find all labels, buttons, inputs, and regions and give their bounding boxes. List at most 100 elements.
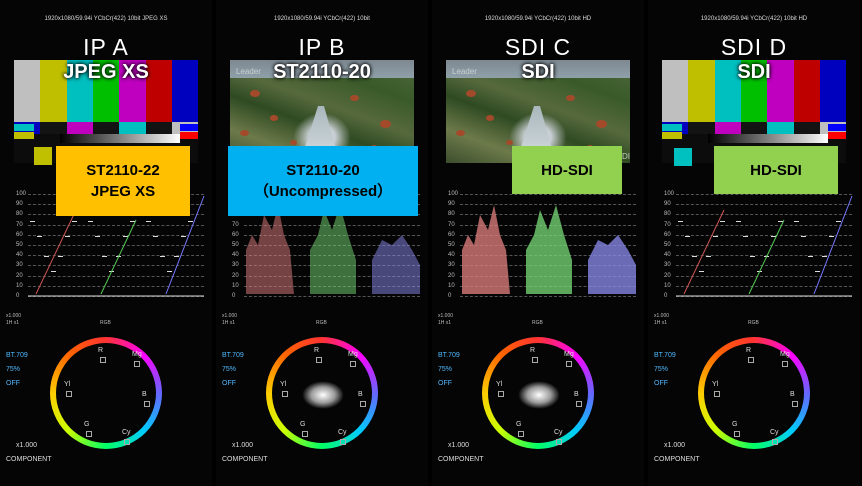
vectorscope-target-label: G <box>84 421 90 428</box>
vectorscope-target-label: R <box>314 347 320 354</box>
state-readout: OFF <box>654 380 668 387</box>
target-box <box>100 357 106 363</box>
format-readout: 1920x1080/59.94i YCbCr(422) 10bit <box>274 16 370 22</box>
picture-label: SDI <box>521 61 555 83</box>
vectorscope-target-label: Mg <box>780 351 790 358</box>
waveform-sweep: 1H x1 <box>654 320 668 326</box>
waveform-trace <box>462 205 636 294</box>
vectorscope-target-label: Yl <box>712 381 719 388</box>
waveform-gain: x1.000 <box>6 313 22 319</box>
state-readout: OFF <box>438 380 452 387</box>
colorimetry-readout: BT.709 <box>6 352 28 359</box>
vectorscope-gain: x1.000 <box>664 442 686 449</box>
vectorscope-target-label: R <box>530 347 536 354</box>
signal-type-callout: ST2110-20 （Uncompressed） <box>228 146 418 216</box>
color-bar-reverse <box>688 122 716 134</box>
waveform-monitor: 1009080706050403020100 <box>448 190 638 300</box>
picture-label: JPEG XS <box>63 61 149 83</box>
waveform-sweep: 1H x1 <box>222 320 236 326</box>
target-box <box>316 357 322 363</box>
waveform-sweep: 1H x1 <box>438 320 452 326</box>
waveform-gain: x1.000 <box>438 313 454 319</box>
callout-line: HD-SDI <box>541 161 593 179</box>
state-readout: OFF <box>222 380 236 387</box>
target-box <box>66 391 72 397</box>
target-box <box>576 401 582 407</box>
source-title: IP A <box>83 34 129 60</box>
signal-type-callout: ST2110-22 JPEG XS <box>56 146 190 216</box>
target-box <box>782 361 788 367</box>
picture-label: ST2110-20 <box>273 61 371 83</box>
vectorscope: R Mg B Cy G Yl <box>698 337 810 449</box>
signal-type-callout: HD-SDI <box>714 146 838 194</box>
callout-line: ST2110-20 <box>286 162 360 179</box>
vectorscope-target-label: Mg <box>348 351 358 358</box>
vectorscope-mode: COMPONENT <box>6 456 52 463</box>
waveform-gain: x1.000 <box>654 313 670 319</box>
target-box <box>340 439 346 445</box>
format-readout: 1920x1080/59.94i YCbCr(422) 10bit JPEG X… <box>44 16 168 22</box>
vectorscope-gain: x1.000 <box>448 442 470 449</box>
color-bar-reverse <box>714 122 742 134</box>
target-box <box>532 357 538 363</box>
target-box <box>302 431 308 437</box>
color-swatch <box>34 147 52 165</box>
saturation-readout: 75% <box>6 366 21 373</box>
callout-line: ST2110-22 <box>86 162 160 179</box>
target-box <box>792 401 798 407</box>
format-readout: 1920x1080/59.94i YCbCr(422) 10bit HD <box>484 16 592 22</box>
vectorscope-target-label: Cy <box>554 429 563 436</box>
vectorscope-target-label: Mg <box>132 351 142 358</box>
saturation-readout: 75% <box>438 366 453 373</box>
waveform-sweep: 1H x1 <box>6 320 20 326</box>
waveform-mode: RGB <box>532 320 543 326</box>
vectorscope-target-label: B <box>790 391 795 398</box>
vectorscope-mode: COMPONENT <box>654 456 700 463</box>
source-title: IP B <box>298 34 346 60</box>
color-bar-reverse <box>767 122 795 134</box>
vectorscope-target-label: Yl <box>64 381 71 388</box>
target-box <box>124 439 130 445</box>
color-bar-reverse <box>66 122 94 134</box>
target-box <box>86 431 92 437</box>
vectorscope-target-label: B <box>358 391 363 398</box>
vectorscope: R Mg B Cy G Yl <box>50 337 162 449</box>
monitor-panel-2: 1920x1080/59.94i YCbCr(422) 10bit IP B L… <box>216 0 428 486</box>
vectorscope-target-label: B <box>574 391 579 398</box>
target-box <box>734 431 740 437</box>
vectorscope-target-label: G <box>516 421 522 428</box>
target-box <box>714 391 720 397</box>
vectorscope-mode: COMPONENT <box>438 456 484 463</box>
target-box <box>498 391 504 397</box>
waveform-mode: RGB <box>100 320 111 326</box>
colorimetry-readout: BT.709 <box>222 352 244 359</box>
colorimetry-readout: BT.709 <box>654 352 676 359</box>
vectorscope-target-label: Cy <box>122 429 131 436</box>
color-swatch <box>674 148 692 166</box>
vectorscope-target-label: Mg <box>564 351 574 358</box>
waveform-trace <box>676 195 853 297</box>
target-box <box>556 439 562 445</box>
vectorscope-target-label: R <box>746 347 752 354</box>
target-box <box>360 401 366 407</box>
waveform-gain: x1.000 <box>222 313 238 319</box>
vectorscope: R Mg B Cy G Yl <box>266 337 378 449</box>
callout-line: HD-SDI <box>750 161 802 179</box>
vectorscope-mode: COMPONENT <box>222 456 268 463</box>
vectorscope-target-label: G <box>732 421 738 428</box>
vectorscope-trace <box>518 381 560 409</box>
saturation-readout: 75% <box>222 366 237 373</box>
color-bar-reverse <box>119 122 147 134</box>
vectorscope-gain: x1.000 <box>16 442 38 449</box>
colorimetry-readout: BT.709 <box>438 352 460 359</box>
signal-type-callout: HD-SDI <box>512 146 622 194</box>
vectorscope-target-label: B <box>142 391 147 398</box>
vectorscope-target-label: Yl <box>496 381 503 388</box>
color-bar-reverse <box>145 122 173 134</box>
vectorscope-target-label: G <box>300 421 306 428</box>
callout-line: （Uncompressed） <box>253 183 393 200</box>
state-readout: OFF <box>6 380 20 387</box>
monitor-panel-4: 1920x1080/59.94i YCbCr(422) 10bit HD SDI… <box>648 0 860 486</box>
vectorscope-target-label: Cy <box>770 429 779 436</box>
target-box <box>350 361 356 367</box>
